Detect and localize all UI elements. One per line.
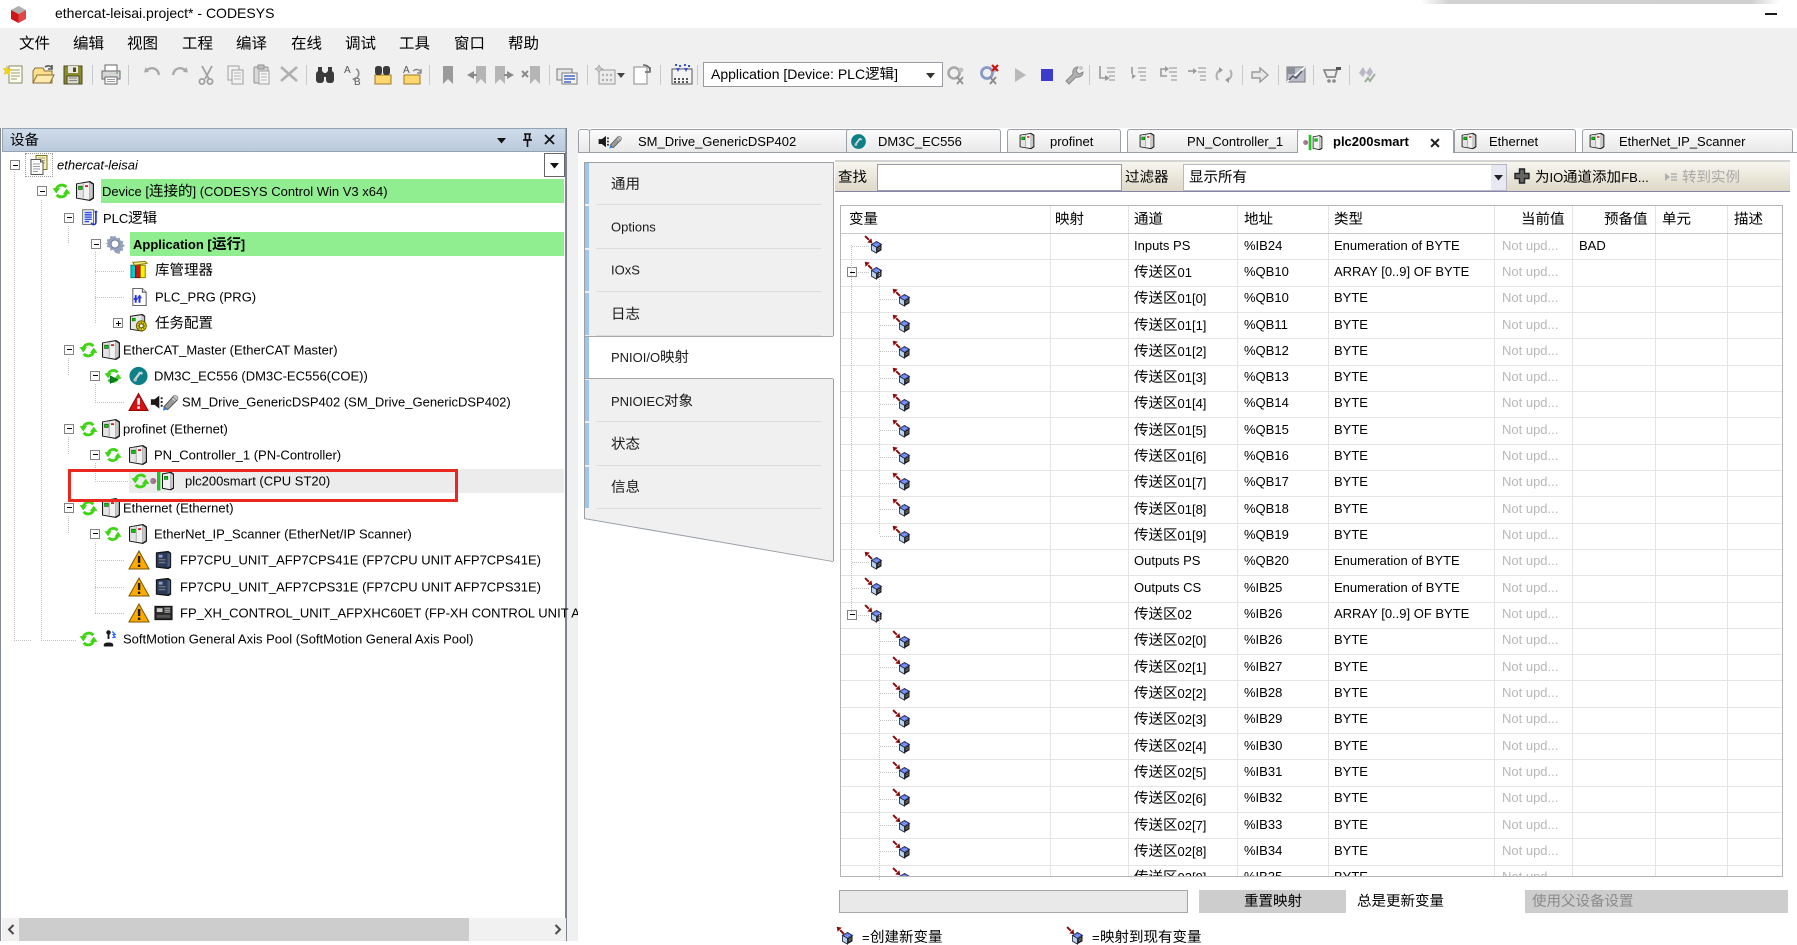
svg-text:A: A — [344, 65, 351, 76]
svg-text:A: A — [403, 65, 410, 76]
